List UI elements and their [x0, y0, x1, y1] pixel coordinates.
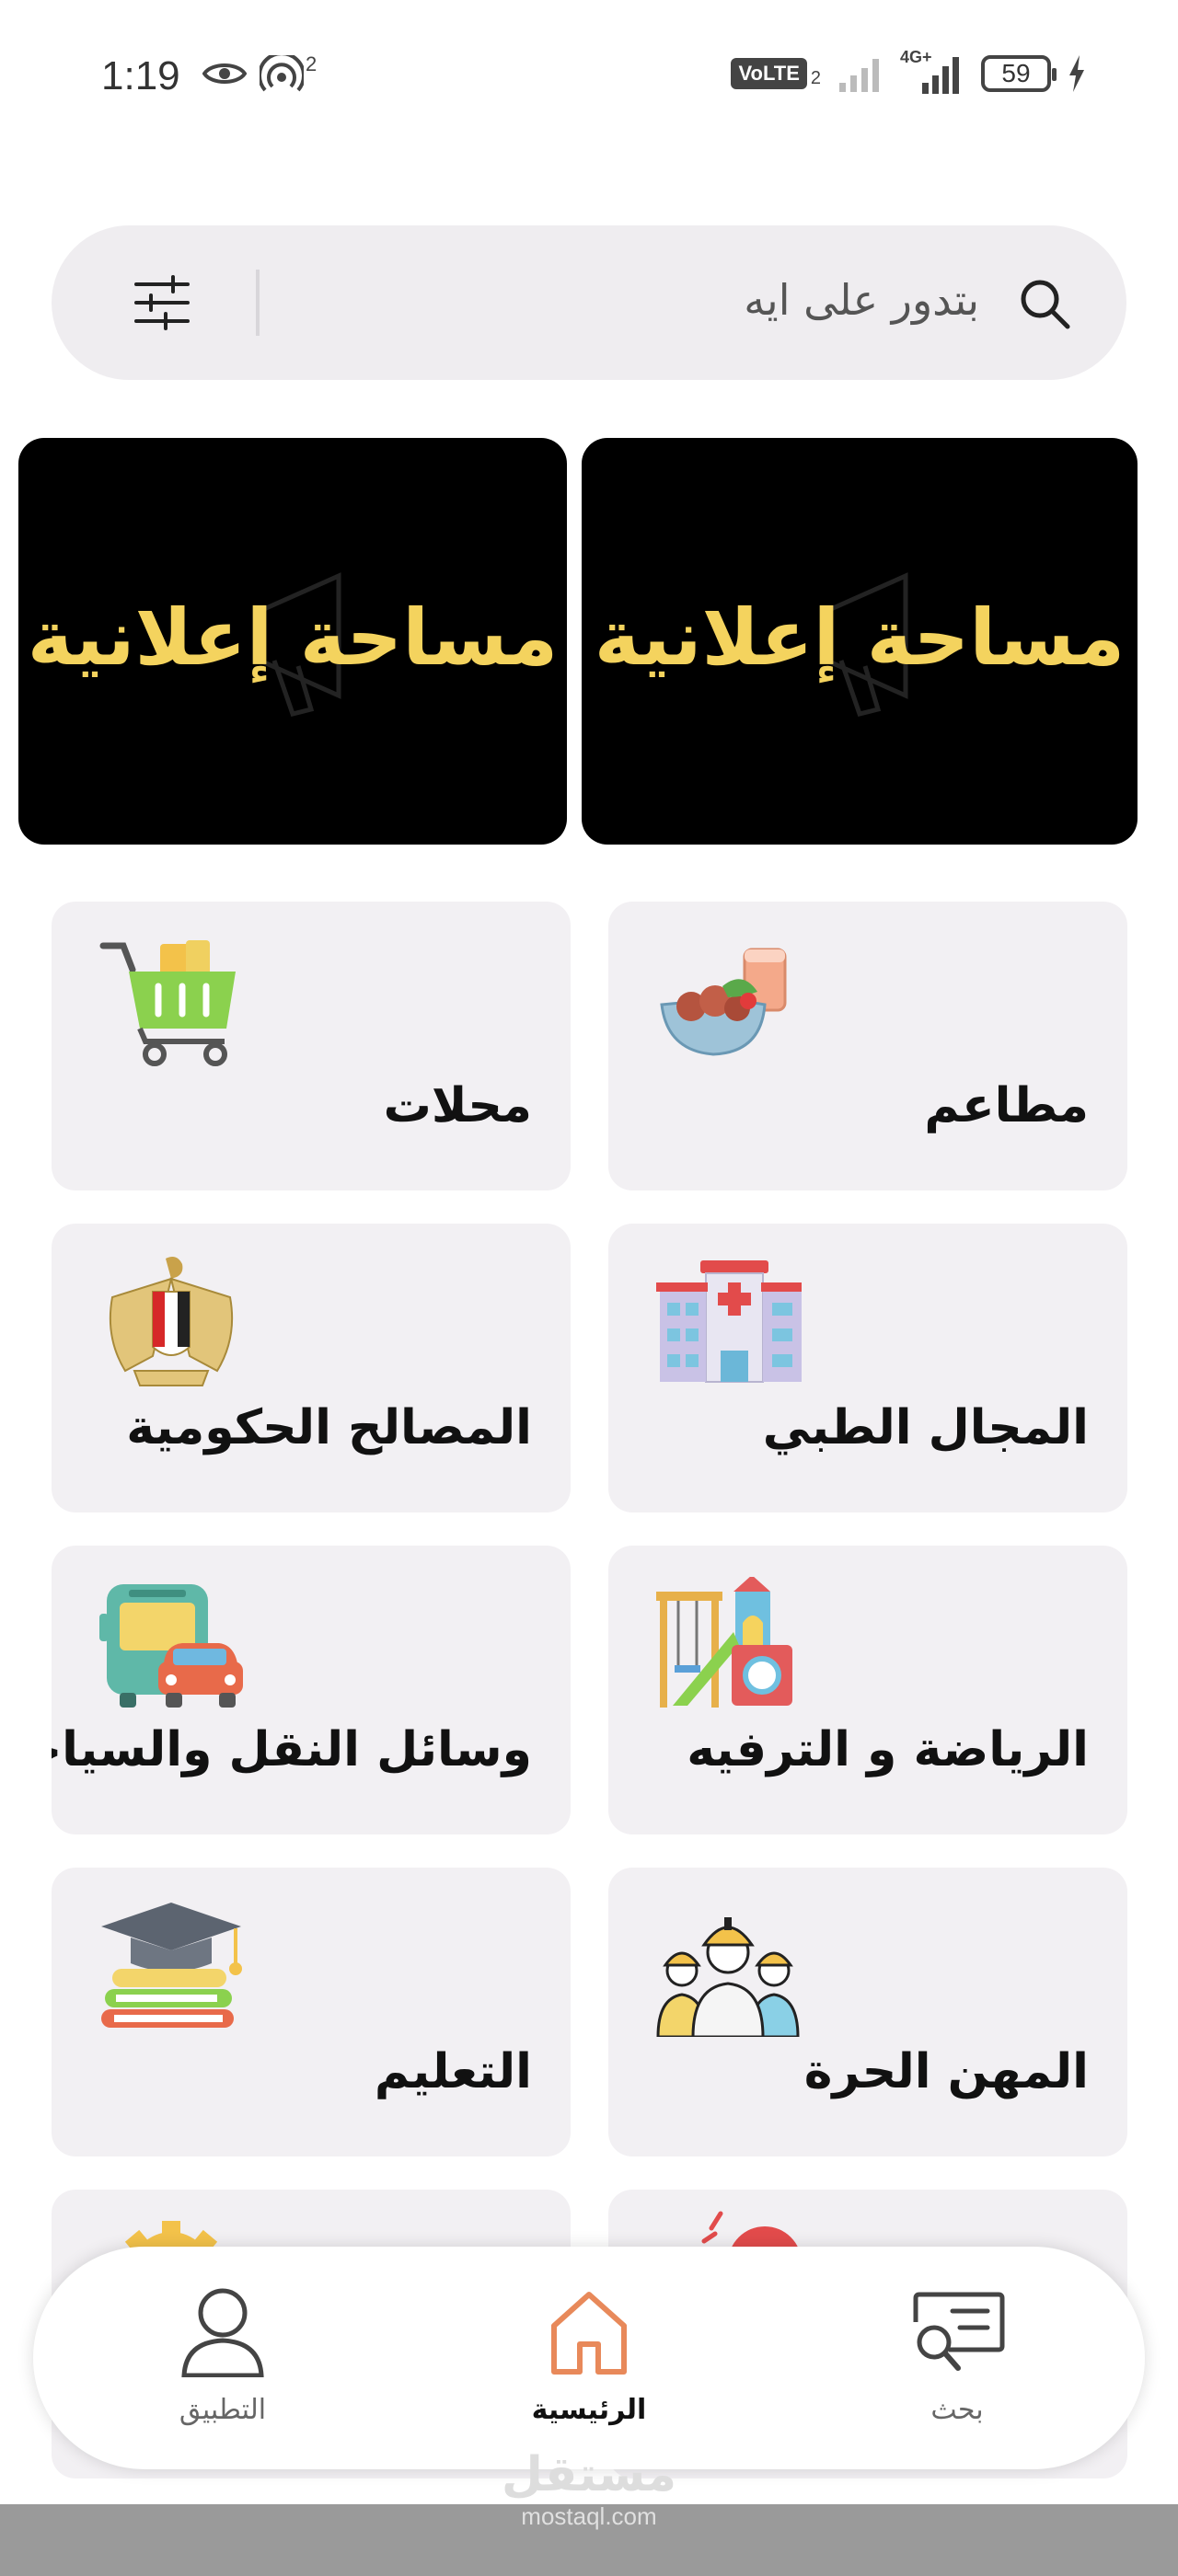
filter-icon[interactable] — [133, 275, 191, 330]
search-icon[interactable] — [1014, 273, 1073, 332]
bottom-navigation: التطبيق الرئيسية بحث — [33, 2247, 1145, 2469]
category-card-professions[interactable]: المهن الحرة — [608, 1868, 1127, 2156]
bus-car-icon — [99, 1584, 243, 1708]
battery-icon: 59 — [981, 55, 1057, 92]
search-divider — [256, 270, 260, 336]
ad-banner[interactable]: مساحة إعلانية — [18, 438, 567, 845]
category-label: المهن الحرة — [803, 2044, 1089, 2099]
charging-icon — [1069, 55, 1084, 92]
nav-label: التطبيق — [179, 2394, 267, 2426]
watermark-url: mostaql.com — [521, 2502, 657, 2530]
playground-icon — [656, 1577, 792, 1708]
hospital-icon — [656, 1260, 802, 1383]
category-label: المصالح الحكومية — [126, 1400, 532, 1455]
search-bar[interactable]: بتدور على ايه — [52, 225, 1126, 380]
eagle-emblem-icon — [109, 1257, 234, 1386]
sim-number: 2 — [810, 68, 821, 88]
hotspot-count: 2 — [306, 52, 318, 75]
status-bar: 1:19 2 VoLTE 2 4G+ 59 — [0, 0, 1178, 156]
ad-banner[interactable]: مساحة إعلانية — [582, 438, 1138, 845]
category-label: الرياضة و الترفيه — [687, 1722, 1089, 1777]
nav-item-search[interactable]: بحث — [856, 2285, 1058, 2442]
search-input[interactable]: بتدور على ايه — [744, 275, 979, 325]
user-icon — [181, 2288, 264, 2377]
category-card-education[interactable]: التعليم — [52, 1868, 571, 2156]
category-card-medical[interactable]: المجال الطبي — [608, 1224, 1127, 1512]
category-card-restaurants[interactable]: مطاعم — [608, 902, 1127, 1190]
volte-badge: VoLTE — [731, 58, 807, 89]
food-bowl-icon — [660, 948, 787, 1056]
shopping-cart-icon — [99, 940, 236, 1066]
home-icon — [551, 2292, 627, 2375]
category-card-shops[interactable]: محلات — [52, 902, 571, 1190]
category-label: المجال الطبي — [762, 1400, 1089, 1455]
category-label: مطاعم — [924, 1078, 1089, 1133]
category-label: وسائل النقل والسياحة — [52, 1722, 532, 1777]
signal-strong-icon — [922, 57, 959, 94]
chat-search-icon — [913, 2292, 1005, 2371]
signal-weak-icon — [839, 59, 879, 92]
category-card-government[interactable]: المصالح الحكومية — [52, 1224, 571, 1512]
ad-text: مساحة إعلانية — [594, 592, 1126, 683]
eye-icon — [202, 63, 247, 84]
nav-item-home[interactable]: الرئيسية — [488, 2285, 690, 2442]
status-time: 1:19 — [101, 53, 180, 98]
ad-text: مساحة إعلانية — [27, 592, 559, 683]
category-card-sports[interactable]: الرياضة و الترفيه — [608, 1546, 1127, 1834]
nav-label: الرئيسية — [531, 2394, 647, 2426]
workers-icon — [656, 1917, 800, 2037]
hotspot-icon — [260, 55, 304, 92]
battery-level: 59 — [1001, 59, 1031, 87]
nav-item-app[interactable]: التطبيق — [121, 2285, 324, 2442]
nav-label: بحث — [930, 2394, 984, 2426]
category-card-transport[interactable]: وسائل النقل والسياحة — [52, 1546, 571, 1834]
category-label: محلات — [383, 1078, 532, 1133]
watermark: مستقل — [501, 2447, 677, 2502]
graduation-books-icon — [101, 1903, 242, 2028]
category-label: التعليم — [374, 2044, 532, 2099]
